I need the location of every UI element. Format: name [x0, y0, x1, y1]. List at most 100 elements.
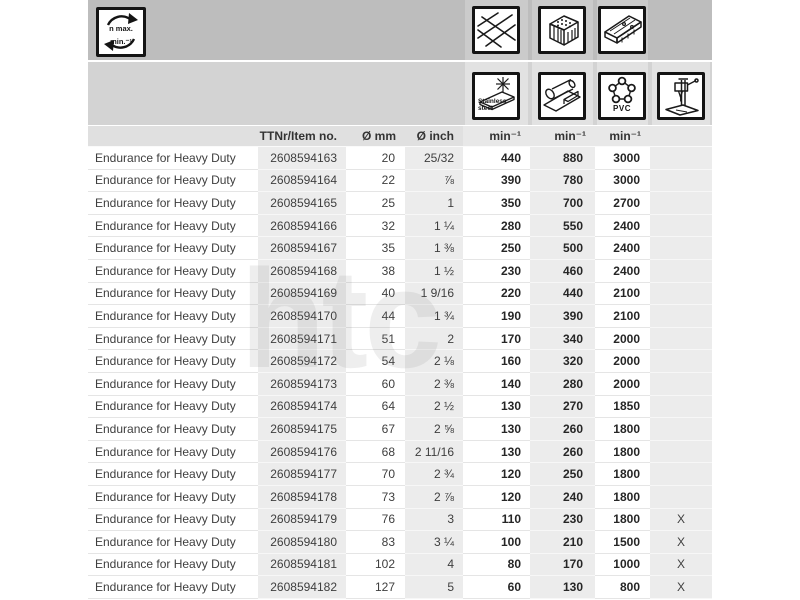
wood-board-icon [598, 6, 646, 54]
product-name-cell: Endurance for Heavy Duty [88, 350, 258, 373]
rpm-wood-cell: 800 [595, 576, 650, 599]
product-name-cell: Endurance for Heavy Duty [88, 169, 258, 192]
rpm-tiles-cell: 440 [463, 147, 530, 170]
rpm-wood-cell: 2400 [595, 214, 650, 237]
item-no-cell: 2608594176 [258, 440, 346, 463]
rpm-brick-cell: 270 [530, 395, 595, 418]
diameter-inch-cell: 2 ⅜ [405, 372, 463, 395]
table-row: Endurance for Heavy Duty 2608594168 38 1… [88, 259, 712, 282]
item-no-cell: 2608594181 [258, 553, 346, 576]
item-no-cell: 2608594177 [258, 463, 346, 486]
application-legend-band: Stainless steel PVC [88, 62, 712, 125]
diameter-inch-cell: 2 11/16 [405, 440, 463, 463]
product-name-cell: Endurance for Heavy Duty [88, 237, 258, 260]
diameter-mm-cell: 20 [346, 147, 405, 170]
product-name-cell: Endurance for Heavy Duty [88, 305, 258, 328]
table-row: Endurance for Heavy Duty 2608594178 73 2… [88, 485, 712, 508]
stainless-steel-icon: Stainless steel [472, 72, 520, 120]
rpm-brick-cell: 250 [530, 463, 595, 486]
item-no-cell: 2608594182 [258, 576, 346, 599]
item-no-cell: 2608594180 [258, 531, 346, 554]
item-no-cell: 2608594163 [258, 147, 346, 170]
product-name-cell: Endurance for Heavy Duty [88, 282, 258, 305]
item-no-cell: 2608594179 [258, 508, 346, 531]
drill-stand-cell [650, 395, 712, 418]
item-no-cell: 2608594169 [258, 282, 346, 305]
table-row: Endurance for Heavy Duty 2608594166 32 1… [88, 214, 712, 237]
table-row: Endurance for Heavy Duty 2608594174 64 2… [88, 395, 712, 418]
table-row: Endurance for Heavy Duty 2608594169 40 1… [88, 282, 712, 305]
rpm-tiles-cell: 350 [463, 192, 530, 215]
rpm-tiles-cell: 130 [463, 395, 530, 418]
diameter-inch-cell: 2 ⅝ [405, 418, 463, 441]
product-name-cell: Endurance for Heavy Duty [88, 214, 258, 237]
diameter-inch-cell: 2 [405, 327, 463, 350]
item-no-cell: 2608594173 [258, 372, 346, 395]
rpm-brick-column-header: min⁻¹ [530, 126, 595, 147]
diameter-inch-cell: 3 [405, 508, 463, 531]
diameter-inch-cell: 25/32 [405, 147, 463, 170]
diameter-inch-cell: 2 ¾ [405, 463, 463, 486]
product-name-cell: Endurance for Heavy Duty [88, 553, 258, 576]
rpm-brick-cell: 170 [530, 553, 595, 576]
item-no-cell: 2608594170 [258, 305, 346, 328]
product-name-cell: Endurance for Heavy Duty [88, 259, 258, 282]
product-name-cell: Endurance for Heavy Duty [88, 531, 258, 554]
diameter-inch-cell: 1 ¾ [405, 305, 463, 328]
diameter-inch-cell: 2 ½ [405, 395, 463, 418]
drill-stand-cell [650, 305, 712, 328]
rpm-tiles-cell: 170 [463, 327, 530, 350]
diameter-mm-cell: 51 [346, 327, 405, 350]
drill-stand-cell [650, 169, 712, 192]
rpm-wood-cell: 2100 [595, 305, 650, 328]
drill-stand-cell [650, 282, 712, 305]
product-name-cell: Endurance for Heavy Duty [88, 463, 258, 486]
rpm-brick-cell: 500 [530, 237, 595, 260]
rpm-wood-cell: 2100 [595, 282, 650, 305]
material-legend-band: n max. min.⁻¹ [88, 0, 712, 60]
rpm-tiles-cell: 120 [463, 485, 530, 508]
item-no-cell: 2608594165 [258, 192, 346, 215]
rpm-tiles-cell: 280 [463, 214, 530, 237]
rpm-tiles-column-header: min⁻¹ [463, 126, 530, 147]
product-name-cell: Endurance for Heavy Duty [88, 147, 258, 170]
rpm-tiles-cell: 60 [463, 576, 530, 599]
rpm-brick-cell: 130 [530, 576, 595, 599]
product-name-cell: Endurance for Heavy Duty [88, 508, 258, 531]
rpm-brick-cell: 390 [530, 305, 595, 328]
diameter-mm-cell: 32 [346, 214, 405, 237]
rpm-wood-cell: 1000 [595, 553, 650, 576]
item-no-cell: 2608594171 [258, 327, 346, 350]
diameter-inch-cell: 2 ⅞ [405, 485, 463, 508]
rpm-wood-cell: 3000 [595, 169, 650, 192]
rpm-wood-cell: 2000 [595, 372, 650, 395]
table-row: Endurance for Heavy Duty 2608594163 20 2… [88, 147, 712, 170]
rpm-tiles-cell: 220 [463, 282, 530, 305]
item-no-cell: 2608594168 [258, 259, 346, 282]
rpm-brick-cell: 550 [530, 214, 595, 237]
rpm-tiles-cell: 130 [463, 418, 530, 441]
diameter-inch-cell: 1 ⅜ [405, 237, 463, 260]
diameter-mm-cell: 64 [346, 395, 405, 418]
table-row: Endurance for Heavy Duty 2608594165 25 1… [88, 192, 712, 215]
rpm-tiles-cell: 80 [463, 553, 530, 576]
rpm-wood-cell: 1800 [595, 485, 650, 508]
rpm-wood-cell: 2700 [595, 192, 650, 215]
diameter-mm-cell: 25 [346, 192, 405, 215]
rpm-tiles-cell: 160 [463, 350, 530, 373]
rpm-wood-cell: 1500 [595, 531, 650, 554]
rpm-brick-cell: 340 [530, 327, 595, 350]
diameter-inch-column-header: Ø inch [405, 126, 463, 147]
rpm-brick-cell: 440 [530, 282, 595, 305]
rpm-brick-cell: 700 [530, 192, 595, 215]
product-name-cell: Endurance for Heavy Duty [88, 440, 258, 463]
diameter-mm-cell: 70 [346, 463, 405, 486]
product-name-cell: Endurance for Heavy Duty [88, 485, 258, 508]
table-row: Endurance for Heavy Duty 2608594173 60 2… [88, 372, 712, 395]
item-no-cell: 2608594175 [258, 418, 346, 441]
item-no-cell: 2608594178 [258, 485, 346, 508]
rotation-max-label: n max. [109, 24, 133, 33]
rpm-tiles-cell: 390 [463, 169, 530, 192]
rpm-brick-cell: 260 [530, 440, 595, 463]
drill-stand-cell [650, 372, 712, 395]
